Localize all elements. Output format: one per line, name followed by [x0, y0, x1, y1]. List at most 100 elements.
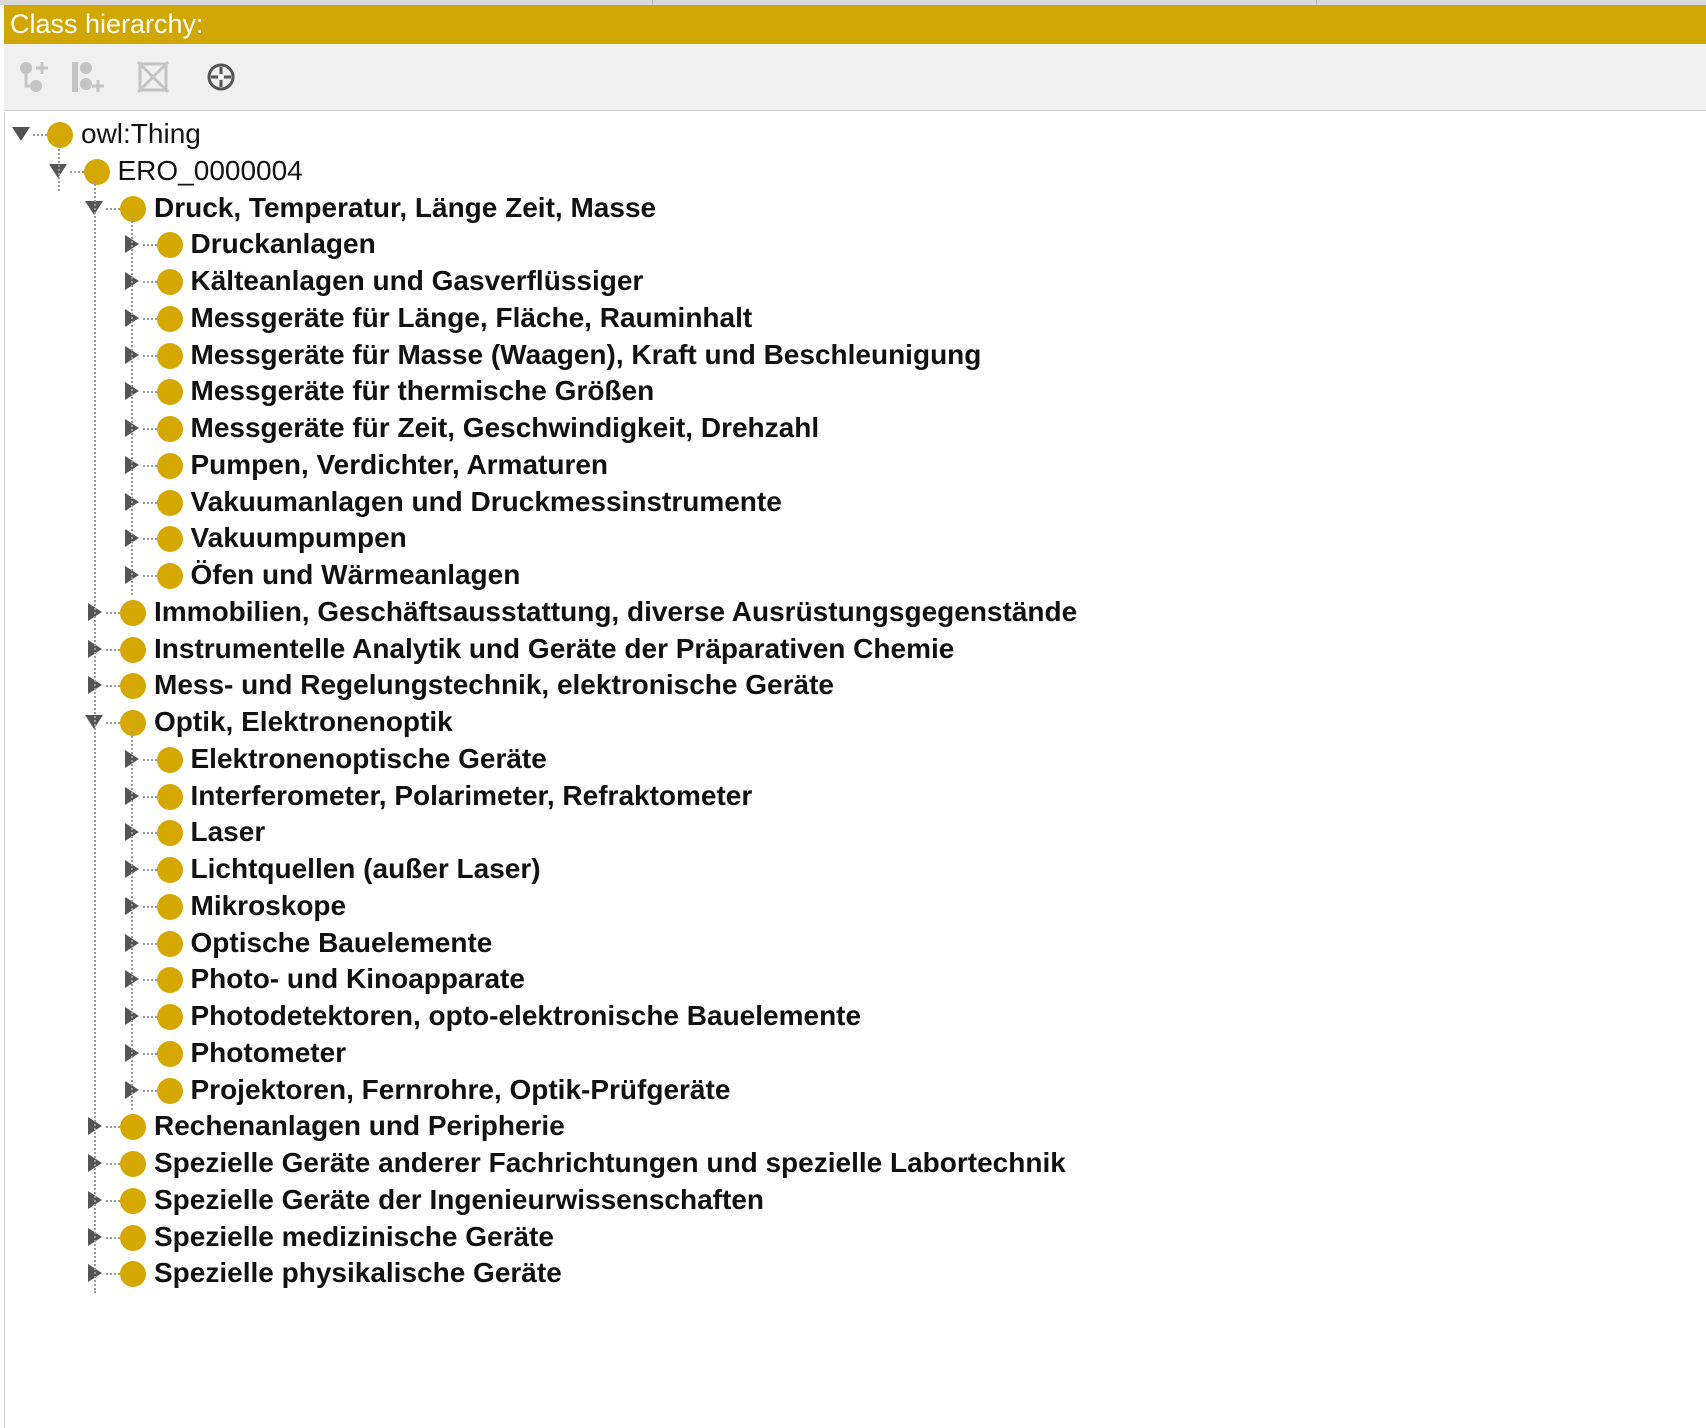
add-subclass-icon: [20, 62, 48, 92]
class-icon: [120, 1114, 146, 1141]
tree-connector: [142, 758, 157, 761]
class-icon: [156, 452, 183, 479]
class-label: Instrumentelle Analytik und Geräte der P…: [154, 632, 955, 664]
tree-connector: [142, 575, 157, 577]
tree-connector: [142, 1089, 157, 1092]
tree-connector: [142, 832, 157, 835]
class-hierarchy-header: Class hierarchy:: [4, 5, 1706, 44]
tree-guide-line: [130, 732, 133, 1110]
delete-class-icon: [136, 60, 170, 94]
tree-guide-line: [94, 180, 96, 1294]
class-label: Messgeräte für Länge, Fläche, Rauminhalt: [190, 301, 753, 333]
target-icon: [207, 63, 235, 91]
tree-connector: [142, 1016, 157, 1018]
tree-connector: [142, 464, 157, 467]
tree-connector: [142, 795, 157, 798]
class-label: Messgeräte für thermische Größen: [190, 375, 655, 407]
class-label: Messgeräte für Zeit, Geschwindigkeit, Dr…: [190, 412, 820, 443]
class-label: Vakuumpumpen: [190, 522, 407, 554]
tree-connector: [106, 1163, 120, 1165]
class-icon: [156, 1040, 183, 1067]
class-icon: [156, 857, 183, 883]
target-button[interactable]: [200, 56, 242, 98]
class-label: Pumpen, Verdichter, Armaturen: [190, 448, 609, 480]
class-label: Laser: [190, 816, 266, 848]
class-label: ERO_0000004: [117, 154, 303, 186]
tree-connector: [142, 538, 157, 541]
class-icon: [83, 158, 110, 185]
tree-connector: [106, 611, 120, 614]
class-icon: [156, 1004, 183, 1030]
class-label: Elektronenoptische Geräte: [190, 742, 547, 774]
class-label: Lichtquellen (außer Laser): [190, 853, 541, 884]
tree-connector: [142, 317, 157, 320]
class-label: Optik, Elektronenoptik: [154, 706, 453, 737]
tree-connector: [142, 905, 157, 908]
hierarchy-toolbar: [4, 44, 1706, 111]
class-label: owl:Thing: [81, 118, 201, 149]
class-label: Projektoren, Fernrohre, Optik-Prüfgeräte: [190, 1073, 731, 1105]
class-icon: [156, 526, 183, 553]
class-icon: [156, 1077, 183, 1104]
tree-connector: [142, 354, 157, 357]
class-icon: [120, 195, 146, 222]
tree-connector: [106, 1236, 120, 1239]
class-label: Spezielle Geräte der Ingenieurwissenscha…: [154, 1183, 764, 1215]
class-label: Mess- und Regelungstechnik, elektronisch…: [154, 669, 834, 701]
class-label: Druckanlagen: [190, 228, 376, 260]
class-icon: [120, 599, 146, 626]
tree-connector: [69, 170, 84, 173]
tree-connector: [106, 1126, 120, 1129]
class-label: Öfen und Wärmeanlagen: [190, 559, 521, 590]
tree-connector: [106, 722, 120, 724]
class-label: Interferometer, Polarimeter, Refraktomet…: [190, 779, 753, 811]
tree-connector: [142, 942, 157, 945]
class-icon: [156, 783, 183, 810]
class-icon: [120, 1187, 146, 1214]
tree-connector: [106, 1273, 120, 1276]
class-label: Vakuumanlagen und Druckmessinstrumente: [190, 485, 782, 517]
class-icon: [156, 305, 183, 332]
tree-connector: [142, 391, 157, 394]
class-icon: [156, 967, 183, 994]
tree-connector: [106, 1199, 120, 1202]
class-icon: [156, 563, 183, 589]
class-tree: owl:Thing ERO_0000004 Druck, Temperatur, L…: [4, 112, 1706, 1428]
class-icon: [120, 673, 146, 700]
class-icon: [156, 930, 183, 957]
class-icon: [156, 893, 183, 920]
class-icon: [156, 232, 183, 259]
class-icon: [156, 379, 183, 406]
class-icon: [156, 416, 183, 442]
add-subclass-button[interactable]: [12, 56, 54, 98]
tree-connector: [142, 869, 157, 871]
class-label: Photometer: [190, 1036, 347, 1068]
class-icon: [156, 269, 183, 295]
class-icon: [156, 820, 183, 847]
class-icon: [120, 636, 146, 663]
delete-class-button[interactable]: [132, 56, 174, 98]
class-label: Spezielle Geräte anderer Fachrichtungen …: [154, 1147, 1066, 1178]
class-icon: [156, 489, 183, 516]
tree-connector: [142, 1052, 157, 1055]
class-label: Druck, Temperatur, Länge Zeit, Masse: [154, 191, 657, 223]
class-label: Optische Bauelemente: [190, 926, 493, 958]
class-icon: [120, 710, 146, 736]
class-label: Kälteanlagen und Gasverflüssiger: [190, 265, 644, 296]
class-icon: [120, 1224, 146, 1251]
class-label: Immobilien, Geschäftsausstattung, divers…: [154, 595, 1078, 627]
class-icon: [156, 342, 183, 369]
class-icon: [47, 122, 73, 148]
class-label: Messgeräte für Masse (Waagen), Kraft und…: [190, 338, 982, 370]
tree-connector: [106, 685, 120, 688]
add-sibling-class-icon: [72, 62, 104, 92]
tree-connector: [106, 207, 120, 210]
class-label: Photo- und Kinoapparate: [190, 963, 525, 995]
add-sibling-class-button[interactable]: [64, 56, 106, 98]
class-icon: [120, 1151, 146, 1177]
class-icon: [156, 746, 183, 773]
tree-connector: [142, 281, 157, 283]
class-label: Photodetektoren, opto-elektronische Baue…: [190, 1000, 862, 1031]
tree-connector: [142, 979, 157, 982]
tree-guide-line: [130, 217, 133, 595]
